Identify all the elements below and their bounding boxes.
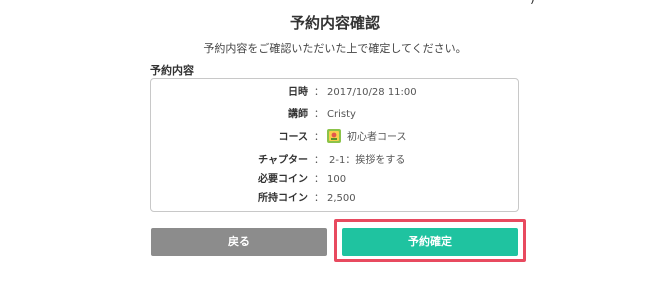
detail-value: 2,500 [327,193,356,204]
detail-colon: ： [314,193,324,204]
detail-value-course: 初心者コース [327,129,407,146]
reservation-details-box: 日時 ： 2017/10/28 11:00 講師 ： Cristy コース ： … [150,78,519,212]
detail-row-teacher: 講師 ： Cristy [151,107,518,123]
back-button[interactable]: 戻る [151,228,327,256]
detail-colon: ： [314,109,324,120]
detail-value: 100 [327,174,347,185]
detail-colon: ： [314,87,324,98]
close-icon[interactable]: ) [530,0,542,5]
detail-value: Cristy [327,109,356,120]
detail-label: チャプター [258,155,308,166]
footnote-text-cropped [140,274,540,286]
section-label: 予約内容 [150,64,194,77]
detail-colon: ： [314,132,324,143]
detail-label: 日時 [288,87,308,98]
detail-label: コース [278,132,309,143]
detail-colon: ： [314,155,324,166]
detail-value: 2-1：挨拶をする [329,155,406,166]
course-name: 初心者コース [347,132,407,143]
course-badge-icon [327,129,341,143]
detail-row-course: コース ： 初心者コース [151,129,518,146]
confirm-reservation-button[interactable]: 予約確定 [342,228,518,256]
detail-value: 2017/10/28 11:00 [327,87,417,98]
detail-row-owned-coins: 所持コイン ： 2,500 [151,191,518,207]
detail-colon: ： [314,174,324,185]
page-title: 予約内容確認 [289,14,380,32]
detail-label: 講師 [288,109,308,120]
detail-row-datetime: 日時 ： 2017/10/28 11:00 [151,85,518,101]
detail-row-chapter: チャプター ： 2-1：挨拶をする [151,153,518,169]
detail-label: 所持コイン [258,193,308,204]
detail-row-required-coins: 必要コイン ： 100 [151,172,518,188]
page-subtitle: 予約内容をご確認いただいた上で確定してください。 [203,42,467,55]
detail-label: 必要コイン [258,174,308,185]
